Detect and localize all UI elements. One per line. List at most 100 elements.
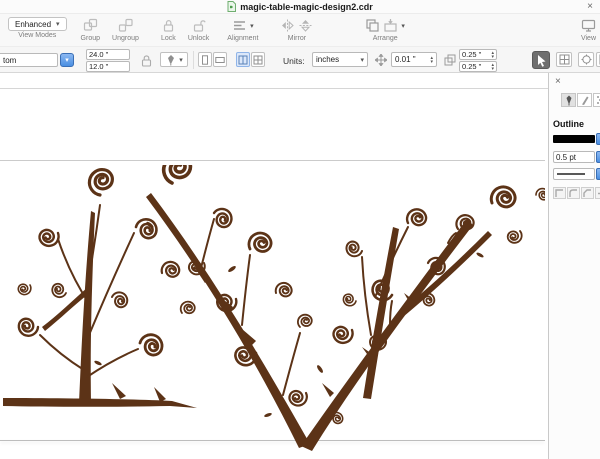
order-icon: [383, 18, 398, 33]
titlebar: magic-table-magic-design2.cdr ×: [0, 0, 600, 14]
unlock-button[interactable]: Unlock: [188, 17, 209, 42]
ungroup-button[interactable]: Ungroup: [112, 17, 139, 42]
duplicate-y-field[interactable]: 0.25 " ▴ ▾: [459, 61, 497, 72]
tab-outline[interactable]: [561, 93, 576, 107]
preset-value: tom: [3, 55, 17, 65]
cursor-arrow-icon: [536, 54, 547, 67]
alignment-icon: [232, 18, 247, 33]
units-label: Units:: [283, 56, 305, 66]
docker-title: Outline: [553, 119, 584, 129]
stepper-down-icon: ▾: [491, 65, 494, 72]
stepper-down-icon: ▾: [491, 53, 494, 60]
corner-bevel-button[interactable]: [581, 187, 594, 199]
group-button[interactable]: Group: [81, 17, 100, 42]
alignment-label: Alignment: [227, 35, 259, 42]
options-button[interactable]: [578, 52, 594, 67]
landscape-toggle[interactable]: [213, 52, 227, 67]
drawing-canvas[interactable]: [0, 73, 548, 459]
mirror-vertical-icon: [298, 18, 313, 33]
alignment-dropdown[interactable]: ▾ Alignment: [227, 17, 258, 42]
tab-transparency[interactable]: [593, 93, 600, 107]
duplicate-y-stepper[interactable]: ▴ ▾: [491, 62, 494, 72]
page-top-edge: [0, 160, 545, 161]
view-group[interactable]: View: [581, 17, 596, 42]
view-label: View: [580, 35, 596, 42]
object-width-value: 24.0 ": [89, 50, 109, 59]
units-value: inches: [316, 55, 340, 64]
flourish-artwork[interactable]: [0, 165, 545, 455]
docker-close-icon[interactable]: ×: [555, 76, 561, 87]
duplicate-x-stepper[interactable]: ▴ ▾: [491, 50, 494, 60]
chevron-down-icon: ▾: [250, 22, 254, 30]
property-bar: tom ▾ 24.0 " 12.0 " ▾ Units: inches ▾ 0.…: [0, 47, 600, 73]
ungroup-label: Ungroup: [112, 35, 139, 42]
mirror-group[interactable]: Mirror: [280, 17, 313, 42]
main-toolbar: Enhanced ▾ View Modes Group Ungroup Lock…: [0, 14, 600, 47]
nudge-offset-icon: [375, 54, 387, 66]
docker-tabs: [561, 93, 600, 107]
outline-color-dropdown[interactable]: ▾: [596, 133, 600, 145]
mirror-label: Mirror: [287, 35, 307, 42]
chevron-down-icon: ▾: [401, 22, 405, 30]
unlock-icon: [191, 18, 206, 33]
object-width-field[interactable]: 24.0 ": [86, 49, 130, 60]
window-title: magic-table-magic-design2.cdr: [240, 1, 373, 12]
view-modes-label: View Modes: [18, 32, 57, 39]
tab-fill[interactable]: [577, 93, 592, 107]
outline-width-dropdown[interactable]: ▾: [160, 52, 188, 67]
unlock-label: Unlock: [187, 35, 210, 42]
chevron-down-icon: ▾: [65, 57, 69, 64]
view-modes-value: Enhanced: [15, 19, 52, 29]
preset-dropdown-button[interactable]: ▾: [60, 53, 74, 67]
nudge-stepper[interactable]: ▴ ▾: [430, 55, 433, 65]
units-combo[interactable]: inches ▾: [312, 52, 368, 67]
stepper-down-icon: ▾: [430, 58, 433, 65]
outline-width-combo[interactable]: 0.5 pt: [553, 151, 595, 163]
nudge-distance-field[interactable]: 0.01 " ▴ ▾: [391, 52, 437, 67]
pen-nib-icon: [165, 54, 177, 66]
outline-width-dropdown-button[interactable]: ▾: [596, 151, 600, 163]
arrange-icon: [365, 18, 380, 33]
nudge-value: 0.01 ": [395, 55, 416, 64]
view-modes-dropdown[interactable]: Enhanced ▾: [8, 17, 67, 31]
lock-ratio-icon[interactable]: [141, 54, 152, 67]
window-close-icon[interactable]: ×: [587, 0, 593, 13]
leaf-shapes: [94, 221, 484, 418]
line-style-preview: [557, 173, 585, 175]
arrange-dropdown[interactable]: ▾ Arrange: [365, 17, 405, 42]
duplicate-x-field[interactable]: 0.25 " ▴ ▾: [459, 49, 497, 60]
page-layout-toggle-2[interactable]: [251, 52, 265, 67]
duplicate-x-value: 0.25 ": [462, 50, 482, 59]
document-icon: [227, 1, 237, 12]
page-layout-toggle-1[interactable]: [236, 52, 250, 67]
arrange-label: Arrange: [372, 35, 398, 42]
corner-round-button[interactable]: [567, 187, 580, 199]
chevron-down-icon: ▾: [179, 56, 183, 64]
spiral-curls: [15, 165, 545, 426]
corner-miter-button[interactable]: [553, 187, 566, 199]
clipped-button[interactable]: [596, 52, 600, 67]
object-height-field[interactable]: 12.0 ": [86, 61, 130, 72]
group-label: Group: [80, 35, 101, 42]
duplicate-y-value: 0.25 ": [462, 62, 482, 71]
object-height-value: 12.0 ": [89, 62, 109, 71]
cap-style-button[interactable]: [595, 187, 600, 199]
lock-button[interactable]: Lock: [161, 17, 176, 42]
branch-shapes: [3, 193, 492, 451]
outline-docker-panel: × Outline ▾ 0.5 pt ▾ ▾: [548, 73, 600, 459]
outline-color-swatch[interactable]: [553, 135, 595, 143]
preset-combo[interactable]: tom: [0, 53, 58, 67]
separator: [193, 51, 194, 69]
pick-tool-button[interactable]: [532, 51, 550, 69]
duplicate-distance-icon: [444, 54, 456, 66]
ungroup-icon: [118, 18, 133, 33]
corner-style-buttons: [553, 187, 600, 199]
portrait-toggle[interactable]: [198, 52, 212, 67]
lock-icon: [161, 18, 176, 33]
snap-options-button[interactable]: [556, 52, 572, 67]
outline-width-value: 0.5 pt: [556, 152, 577, 162]
window-divider-line: [0, 88, 548, 89]
outline-style-combo[interactable]: [553, 168, 595, 180]
outline-style-dropdown-button[interactable]: ▾: [596, 168, 600, 180]
view-modes-group: Enhanced ▾ View Modes: [8, 17, 67, 39]
